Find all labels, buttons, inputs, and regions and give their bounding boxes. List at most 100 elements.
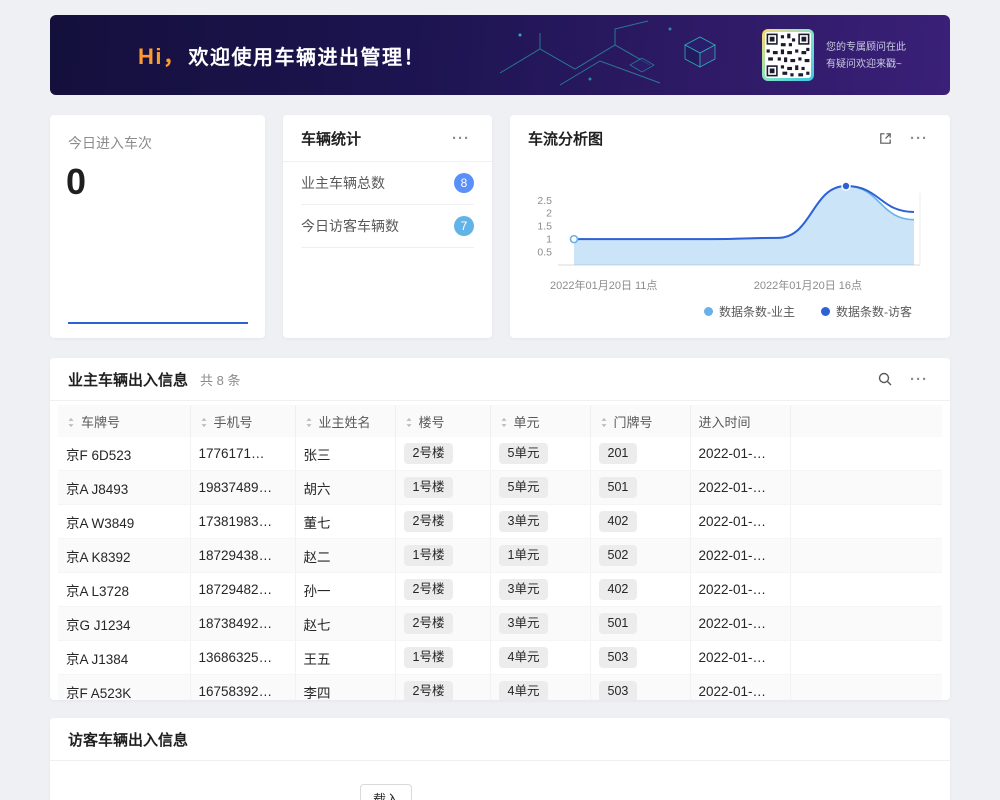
more-menu-icon[interactable]: ··· [906, 125, 932, 151]
y-tick-label: 2.5 [537, 195, 552, 207]
table-cell: 京F A523K [58, 675, 190, 701]
table-cell: 4单元 [490, 641, 590, 675]
table-cell: 赵七 [295, 607, 395, 641]
table-cell: 胡六 [295, 471, 395, 505]
column-header [790, 405, 942, 437]
table-cell: 13686325… [190, 641, 295, 675]
cell-tag: 501 [599, 477, 638, 498]
table-row: 京A J138413686325…王五1号楼4单元5032022-01-… [58, 641, 942, 675]
y-tick-label: 2 [546, 208, 552, 220]
owner-vehicles-card: 业主车辆出入信息 共 8 条 ··· 车牌号 手机号 业主姓名 楼号 单元 门牌号 进入时间… [50, 358, 950, 700]
table-cell: 董七 [295, 505, 395, 539]
column-header: 进入时间 [690, 405, 790, 437]
table-cell: 2号楼 [395, 505, 490, 539]
table-cell: 2号楼 [395, 437, 490, 471]
table-cell: 201 [590, 437, 690, 471]
table-cell [790, 607, 942, 641]
table-cell: 赵二 [295, 539, 395, 573]
cell-tag: 1号楼 [404, 477, 454, 498]
cell-tag: 1号楼 [404, 545, 454, 566]
qr-code[interactable] [762, 29, 814, 81]
chart-legend: 数据条数-业主 数据条数-访客 [528, 303, 932, 320]
cell-tag: 402 [599, 579, 638, 600]
owner-table-count: 共 8 条 [200, 370, 872, 389]
sort-icon [499, 416, 509, 431]
column-header-label: 业主姓名 [319, 415, 371, 430]
table-cell: 4单元 [490, 675, 590, 701]
table-cell: 2022-01-… [690, 675, 790, 701]
table-cell: 503 [590, 675, 690, 701]
cell-tag: 5单元 [499, 477, 549, 498]
table-cell: 3单元 [490, 505, 590, 539]
table-cell: 2022-01-… [690, 437, 790, 471]
table-cell: 1单元 [490, 539, 590, 573]
table-cell: 京G J1234 [58, 607, 190, 641]
table-cell: 王五 [295, 641, 395, 675]
column-header-label: 车牌号 [81, 415, 120, 430]
stats-rows: 业主车辆总数8今日访客车辆数7 [283, 162, 492, 248]
table-cell [790, 573, 942, 607]
export-icon[interactable] [872, 125, 898, 151]
column-header[interactable]: 楼号 [395, 405, 490, 437]
stat-row: 业主车辆总数8 [301, 162, 474, 205]
legend-dot [821, 307, 830, 316]
start-point-marker [571, 236, 578, 243]
owner-series-area [574, 186, 914, 265]
cell-tag: 402 [599, 511, 638, 532]
column-header[interactable]: 手机号 [190, 405, 295, 437]
cell-tag: 503 [599, 647, 638, 668]
table-cell [790, 471, 942, 505]
qr-caption-line1: 您的专属顾问在此 [826, 39, 906, 56]
column-header-label: 门牌号 [614, 415, 653, 430]
chart-body: 0.511.522.5 2022年01月20日 11点 2022年01月20日 … [510, 161, 950, 320]
table-cell: 503 [590, 641, 690, 675]
cell-tag: 201 [599, 443, 638, 464]
owner-table-title: 业主车辆出入信息 [68, 369, 188, 390]
table-cell: 李四 [295, 675, 395, 701]
cell-tag: 2号楼 [404, 443, 454, 464]
more-menu-icon[interactable]: ··· [448, 125, 474, 151]
table-cell [790, 505, 942, 539]
today-entries-card: 今日进入车次 0 [50, 115, 265, 338]
vehicle-stats-card: 车辆统计 ··· 业主车辆总数8今日访客车辆数7 [283, 115, 492, 338]
legend-item[interactable]: 数据条数-业主 [704, 303, 795, 320]
column-header[interactable]: 门牌号 [590, 405, 690, 437]
table-cell: 402 [590, 505, 690, 539]
qr-caption-line2: 有疑问欢迎来戳~ [826, 56, 906, 73]
table-header-row: 车牌号 手机号 业主姓名 楼号 单元 门牌号 进入时间 [58, 405, 942, 437]
column-header-label: 单元 [514, 415, 540, 430]
cell-tag: 3单元 [499, 511, 549, 532]
search-icon[interactable] [872, 366, 898, 392]
load-button-partial[interactable]: 载入 [360, 784, 412, 800]
column-header[interactable]: 业主姓名 [295, 405, 395, 437]
table-cell: 京A K8392 [58, 539, 190, 573]
column-header[interactable]: 车牌号 [58, 405, 190, 437]
table-cell: 孙一 [295, 573, 395, 607]
column-header-label: 进入时间 [699, 415, 751, 430]
cell-tag: 3单元 [499, 579, 549, 600]
stat-row: 今日访客车辆数7 [301, 205, 474, 248]
table-row: 京A K839218729438…赵二1号楼1单元5022022-01-… [58, 539, 942, 573]
qr-pattern [765, 32, 811, 78]
table-cell: 18729438… [190, 539, 295, 573]
table-cell: 京A W3849 [58, 505, 190, 539]
column-header[interactable]: 单元 [490, 405, 590, 437]
table-cell: 5单元 [490, 437, 590, 471]
sort-icon [404, 416, 414, 431]
table-cell [790, 539, 942, 573]
legend-item[interactable]: 数据条数-访客 [821, 303, 912, 320]
table-cell: 19837489… [190, 471, 295, 505]
table-cell: 京A L3728 [58, 573, 190, 607]
page: Hi，欢迎使用车辆进出管理！ [0, 0, 1000, 800]
table-cell: 2022-01-… [690, 573, 790, 607]
column-header-label: 手机号 [214, 415, 253, 430]
table-cell: 5单元 [490, 471, 590, 505]
table-cell: 1776171… [190, 437, 295, 471]
table-cell [790, 437, 942, 471]
legend-dot [704, 307, 713, 316]
cell-tag: 1号楼 [404, 647, 454, 668]
accent-underline [68, 322, 248, 324]
cell-tag: 502 [599, 545, 638, 566]
legend-label: 数据条数-业主 [719, 303, 795, 320]
more-menu-icon[interactable]: ··· [906, 366, 932, 392]
